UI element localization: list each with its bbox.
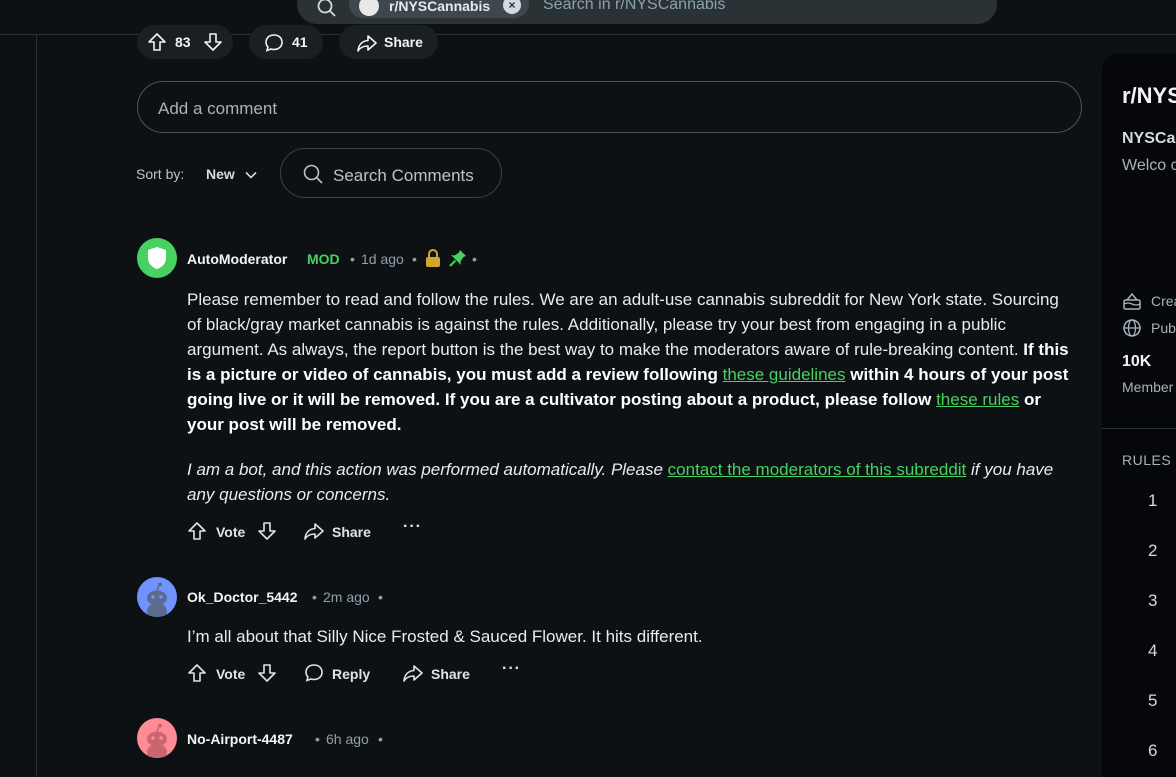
share-button[interactable]: Share <box>431 666 470 682</box>
bot-note-text: I am a bot, and this action was performe… <box>187 460 663 479</box>
globe-icon <box>1122 318 1142 338</box>
lock-icon <box>424 248 442 268</box>
downvote-icon[interactable] <box>203 32 223 52</box>
add-comment-placeholder: Add a comment <box>158 99 278 118</box>
avatar[interactable] <box>137 238 177 278</box>
search-comments-input[interactable]: Search Comments <box>280 148 502 198</box>
separator-dot: • <box>378 731 383 747</box>
community-description: Welco commu York sta <box>1122 157 1176 174</box>
separator-dot: • <box>312 589 317 605</box>
add-comment-input[interactable]: Add a comment <box>137 81 1082 133</box>
rule-number[interactable]: 6 <box>1148 741 1157 761</box>
vote-count: 83 <box>175 34 191 50</box>
more-options-icon[interactable]: ··· <box>403 518 422 536</box>
cake-icon <box>1122 291 1142 311</box>
comment-body: I’m all about that Silly Nice Frosted & … <box>187 627 703 646</box>
rules-heading: RULES <box>1122 452 1172 468</box>
comment-author[interactable]: AutoModerator <box>187 251 287 267</box>
community-chip-label: r/NYSCannabis <box>389 0 491 14</box>
community-avatar <box>359 0 379 16</box>
comment-icon <box>264 33 284 53</box>
rule-number[interactable]: 1 <box>1148 491 1157 511</box>
share-icon[interactable] <box>403 663 423 683</box>
comment-timestamp[interactable]: 2m ago <box>323 589 370 605</box>
members-label: Member <box>1122 379 1174 395</box>
rule-number[interactable]: 4 <box>1148 641 1157 661</box>
community-sidebar: r/NYS NYSCa Welco commu York sta Crea Pu… <box>1102 53 1176 777</box>
search-icon <box>303 164 323 184</box>
close-icon[interactable]: × <box>503 0 521 14</box>
comment-author[interactable]: Ok_Doctor_5442 <box>187 589 298 605</box>
pin-icon <box>448 248 468 268</box>
comment-timestamp[interactable]: 1d ago <box>361 251 404 267</box>
sort-dropdown[interactable]: New <box>206 166 235 182</box>
separator-dot: • <box>412 251 417 267</box>
community-filter-chip[interactable]: r/NYSCannabis × <box>349 0 529 18</box>
comment-count: 41 <box>292 34 308 50</box>
guidelines-link[interactable]: these guidelines <box>723 365 846 384</box>
rule-number[interactable]: 2 <box>1148 541 1157 561</box>
vote-label: Vote <box>216 524 246 540</box>
share-icon[interactable] <box>304 521 324 541</box>
rule-number[interactable]: 5 <box>1148 691 1157 711</box>
separator-dot: • <box>315 731 320 747</box>
comment-timestamp[interactable]: 6h ago <box>326 731 369 747</box>
contact-moderators-link[interactable]: contact the moderators of this subreddit <box>668 460 967 479</box>
bot-note: I am a bot, and this action was performe… <box>187 457 1077 507</box>
comment-body: Please remember to read and follow the r… <box>187 287 1077 437</box>
mod-badge: MOD <box>307 251 340 267</box>
vote-label: Vote <box>216 666 246 682</box>
separator-dot: • <box>472 251 477 267</box>
upvote-icon[interactable] <box>147 32 167 52</box>
separator-dot: • <box>378 589 383 605</box>
community-name: NYSCa <box>1122 130 1176 147</box>
community-search-bar[interactable]: r/NYSCannabis × Search in r/NYSCannabis <box>297 0 997 24</box>
search-icon <box>317 0 337 18</box>
downvote-icon[interactable] <box>257 663 277 683</box>
avatar[interactable] <box>137 577 177 617</box>
comment-icon[interactable] <box>304 663 324 683</box>
public-label: Pub <box>1151 320 1176 336</box>
comment-body-text: Please remember to read and follow the r… <box>187 290 1059 359</box>
snoo-avatar-icon <box>147 723 167 758</box>
community-title[interactable]: r/NYS <box>1122 83 1176 109</box>
more-options-icon[interactable]: ··· <box>502 660 521 678</box>
search-placeholder: Search in r/NYSCannabis <box>543 0 726 13</box>
share-icon <box>357 33 377 53</box>
rule-number[interactable]: 3 <box>1148 591 1157 611</box>
snoo-avatar-icon <box>147 582 167 617</box>
post-vote-control: 83 <box>137 25 233 59</box>
upvote-icon[interactable] <box>187 521 207 541</box>
comments-button[interactable]: 41 <box>249 25 323 59</box>
sort-label: Sort by: <box>136 166 185 182</box>
separator-dot: • <box>350 251 355 267</box>
chevron-down-icon[interactable] <box>244 168 258 182</box>
reply-button[interactable]: Reply <box>332 666 370 682</box>
comment-author[interactable]: No-Airport-4487 <box>187 731 293 747</box>
share-button[interactable]: Share <box>339 25 438 59</box>
members-count: 10K <box>1122 353 1152 370</box>
left-rail-divider <box>36 35 37 777</box>
search-comments-placeholder: Search Comments <box>333 166 474 185</box>
avatar[interactable] <box>137 718 177 758</box>
sidebar-divider <box>1102 428 1176 429</box>
rules-link[interactable]: these rules <box>936 390 1019 409</box>
downvote-icon[interactable] <box>257 521 277 541</box>
share-label: Share <box>384 34 423 50</box>
shield-icon <box>148 247 166 269</box>
created-label: Crea <box>1151 293 1176 309</box>
upvote-icon[interactable] <box>187 663 207 683</box>
share-button[interactable]: Share <box>332 524 371 540</box>
